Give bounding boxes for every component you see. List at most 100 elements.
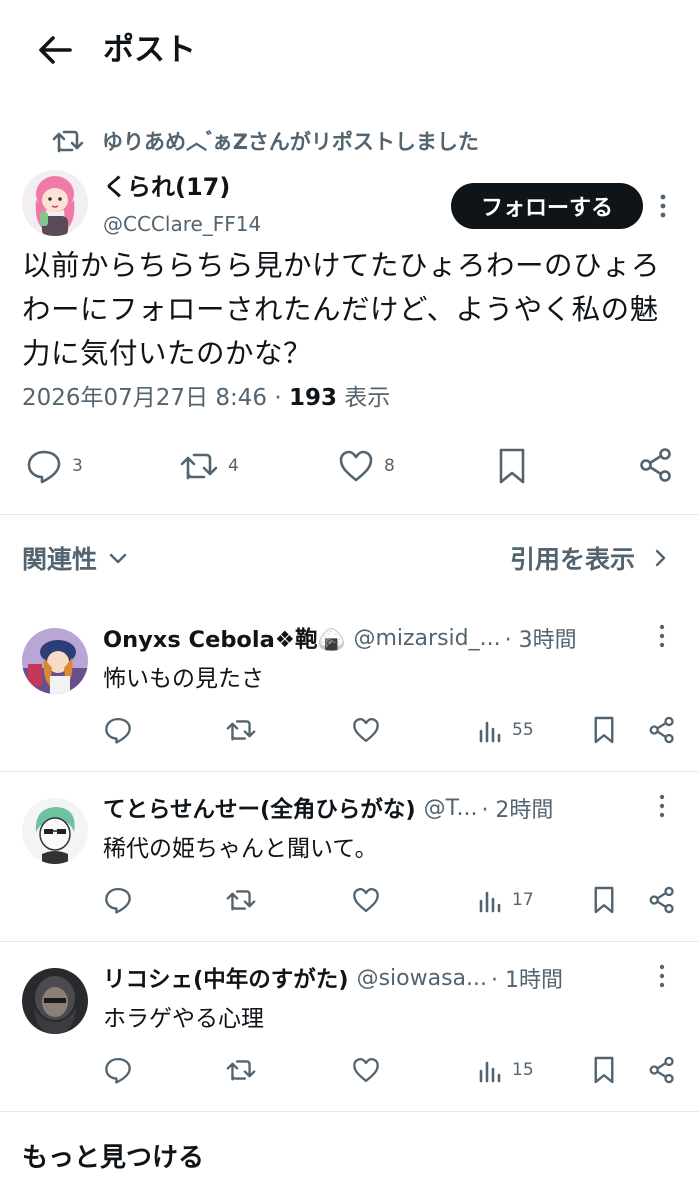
views-count: 193 <box>288 385 337 411</box>
reply-avatar[interactable] <box>22 628 88 694</box>
reply-author-handle[interactable]: @mizarsid_... <box>353 626 500 651</box>
views-icon <box>479 1061 501 1083</box>
page-title: ポスト <box>103 32 196 68</box>
author-avatar[interactable] <box>22 170 88 236</box>
reply-author-handle[interactable]: @T... <box>424 796 478 821</box>
reply-button[interactable] <box>104 1056 132 1084</box>
reply-button[interactable]: 3 <box>26 448 83 484</box>
post-timestamp[interactable]: 2026年07月27日 8:46 · <box>22 385 289 411</box>
reply-text: 怖いもの見たさ <box>103 666 264 692</box>
reply-item[interactable]: てとらせんせー(全角ひらがな) @T... · 2時間 稀代の姫ちゃんと聞いて。… <box>0 775 699 945</box>
top-bar: ポスト <box>0 0 699 100</box>
share-icon <box>649 1056 674 1084</box>
repost-notice[interactable]: ゆりあめ︿ ゙ぁZさんがリポストしました <box>52 125 479 157</box>
share-icon <box>649 716 674 744</box>
repost-button[interactable]: 4 <box>180 448 239 484</box>
bookmark-icon <box>499 448 525 484</box>
reply-time[interactable]: · 3時間 <box>505 622 577 654</box>
follow-button[interactable]: フォローする <box>451 183 643 229</box>
chevron-down-icon <box>109 553 127 564</box>
repost-notice-text: ゆりあめ︿ ゙ぁZさんがリポストしました <box>102 130 479 154</box>
reply-button[interactable] <box>104 886 132 914</box>
reply-actions: 55 <box>0 709 699 749</box>
reply-avatar[interactable] <box>22 968 88 1034</box>
reply-author-name[interactable]: リコシェ(中年のすがた) <box>103 962 349 994</box>
more-icon[interactable] <box>655 961 669 991</box>
like-icon <box>339 450 373 482</box>
share-icon <box>649 886 674 914</box>
back-arrow-icon <box>39 36 72 64</box>
repost-button[interactable] <box>226 1056 256 1084</box>
views-icon <box>479 891 501 913</box>
author-name[interactable]: くられ(17) <box>103 170 230 204</box>
views-count: 55 <box>512 720 534 740</box>
reply-count: 3 <box>72 456 83 476</box>
like-button[interactable] <box>352 1056 380 1084</box>
views-button[interactable]: 15 <box>478 1057 534 1083</box>
author-handle[interactable]: @CCClare_FF14 <box>103 209 261 239</box>
repost-icon <box>226 720 256 741</box>
reply-item[interactable]: Onyxs Cebola❖鞄🍙 @mizarsid_... · 3時間 怖いもの… <box>0 605 699 775</box>
divider <box>0 514 699 515</box>
reply-header: リコシェ(中年のすがた) @siowasa... · 1時間 <box>103 961 563 995</box>
reply-actions: 17 <box>0 879 699 919</box>
like-button[interactable] <box>352 886 380 914</box>
back-button[interactable] <box>36 30 76 70</box>
more-icon[interactable] <box>655 791 669 821</box>
post-meta: 2026年07月27日 8:46 · 193 表示 <box>22 379 390 417</box>
chevron-right-icon <box>655 549 666 567</box>
repost-icon <box>180 453 218 480</box>
reply-author-name[interactable]: Onyxs Cebola❖鞄🍙 <box>103 622 345 654</box>
like-button[interactable] <box>352 716 380 744</box>
more-icon[interactable] <box>655 621 669 651</box>
post-text: 以前からちらちら見かけてたひょろわーのひょろわーにフォローされたんだけど、ようや… <box>22 249 661 370</box>
share-button[interactable] <box>648 716 676 744</box>
reply-icon <box>105 717 131 744</box>
views-count: 15 <box>512 1060 534 1080</box>
reply-icon <box>105 887 131 914</box>
reply-actions: 15 <box>0 1049 699 1089</box>
bookmark-button[interactable] <box>592 715 616 745</box>
like-icon <box>353 1057 379 1083</box>
views-label: 表示 <box>336 385 391 411</box>
share-icon <box>640 448 671 482</box>
reply-author-handle[interactable]: @siowasa... <box>357 966 487 991</box>
bookmark-icon <box>594 886 614 914</box>
reply-item[interactable]: リコシェ(中年のすがた) @siowasa... · 1時間 ホラゲやる心理 1… <box>0 945 699 1115</box>
views-button[interactable]: 55 <box>478 717 534 743</box>
repost-button[interactable] <box>226 716 256 744</box>
reply-time[interactable]: · 1時間 <box>491 962 563 994</box>
sort-dropdown[interactable]: 関連性 <box>22 540 131 576</box>
more-icon[interactable] <box>656 191 670 221</box>
like-icon <box>353 717 379 743</box>
bookmark-button[interactable] <box>496 447 528 485</box>
reply-author-name[interactable]: てとらせんせー(全角ひらがな) <box>103 792 416 824</box>
repost-count: 4 <box>228 456 239 476</box>
repost-button[interactable] <box>226 886 256 914</box>
discover-more-heading: もっと見つける <box>22 1143 205 1173</box>
views-button[interactable]: 17 <box>478 887 534 913</box>
bookmark-button[interactable] <box>592 1055 616 1085</box>
reply-icon <box>105 1057 131 1084</box>
bookmark-button[interactable] <box>592 885 616 915</box>
reply-time[interactable]: · 2時間 <box>481 792 553 824</box>
reply-text: ホラゲやる心理 <box>103 1006 264 1032</box>
divider <box>0 771 699 772</box>
views-icon <box>479 721 501 743</box>
share-button[interactable] <box>638 447 674 483</box>
share-button[interactable] <box>648 1056 676 1084</box>
like-icon <box>353 887 379 913</box>
repost-icon <box>226 890 256 911</box>
reply-header: てとらせんせー(全角ひらがな) @T... · 2時間 <box>103 791 553 825</box>
reply-button[interactable] <box>104 716 132 744</box>
view-quotes-link[interactable]: 引用を表示 <box>510 540 673 576</box>
bookmark-icon <box>594 1056 614 1084</box>
like-count: 8 <box>384 456 395 476</box>
divider <box>0 941 699 942</box>
like-button[interactable]: 8 <box>338 448 395 484</box>
reply-avatar[interactable] <box>22 798 88 864</box>
reply-icon <box>27 450 61 484</box>
repost-icon <box>52 125 84 157</box>
reply-text: 稀代の姫ちゃんと聞いて。 <box>103 836 378 862</box>
share-button[interactable] <box>648 886 676 914</box>
